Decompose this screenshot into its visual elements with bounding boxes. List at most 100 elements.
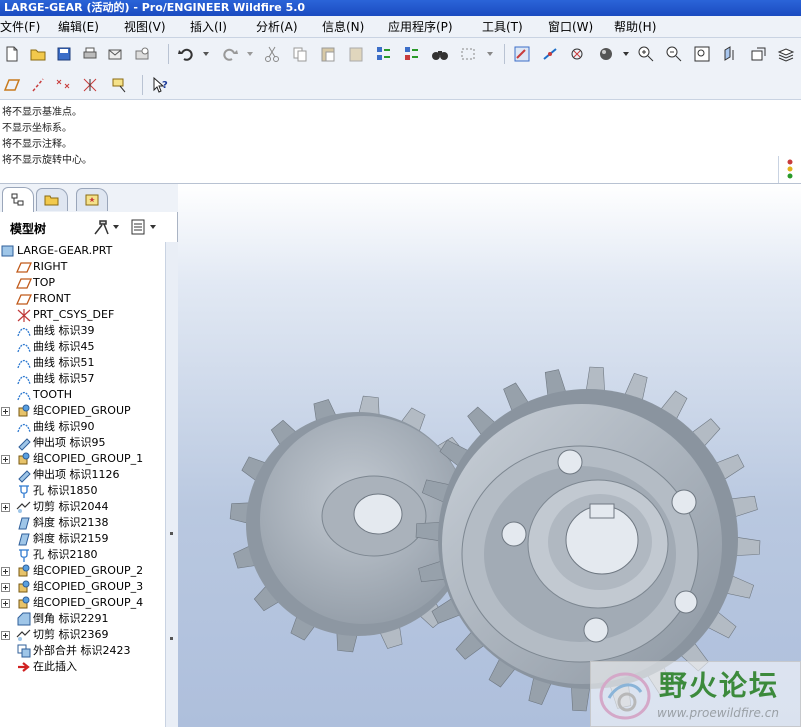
tree-item-label: 伸出项 标识1126	[33, 468, 120, 481]
expand-icon[interactable]	[1, 454, 10, 464]
tree-item-label: 组COPIED_GROUP_2	[33, 564, 144, 577]
reorient-icon[interactable]	[720, 44, 740, 64]
menu-analysis[interactable]: 分析(A)	[256, 18, 298, 36]
open-folder-icon[interactable]	[28, 44, 48, 64]
regenerate-icon[interactable]	[374, 44, 394, 64]
tree-item[interactable]: 切剪 标识2369	[0, 627, 165, 643]
refit-icon[interactable]	[692, 44, 712, 64]
tree-item[interactable]: 外部合并 标识2423	[0, 643, 165, 659]
large-gear	[415, 366, 761, 712]
annotation-display-icon[interactable]	[110, 75, 130, 95]
tree-item[interactable]: 孔 标识2180	[0, 547, 165, 563]
tree-item[interactable]: 倒角 标识2291	[0, 611, 165, 627]
tree-item-label: 在此插入	[33, 660, 77, 673]
plane-display-icon[interactable]	[2, 75, 22, 95]
tree-item[interactable]: 曲线 标识39	[0, 323, 165, 339]
tab-favorites[interactable]	[76, 188, 108, 211]
layers-icon[interactable]	[776, 44, 796, 64]
redo-icon[interactable]	[220, 44, 240, 64]
menu-file[interactable]: 文件(F)	[0, 18, 40, 36]
menu-view[interactable]: 视图(V)	[124, 18, 166, 36]
tree-item[interactable]: 孔 标识1850	[0, 483, 165, 499]
tree-item[interactable]: 组COPIED_GROUP_4	[0, 595, 165, 611]
tree-item[interactable]: 伸出项 标识95	[0, 435, 165, 451]
menu-insert[interactable]: 插入(I)	[190, 18, 227, 36]
tree-item[interactable]: FRONT	[0, 291, 165, 307]
tree-item-label: 组COPIED_GROUP_1	[33, 452, 144, 465]
expand-icon[interactable]	[1, 406, 10, 416]
send-mail-icon[interactable]	[106, 44, 126, 64]
expand-icon[interactable]	[1, 598, 10, 608]
datum-point-icon[interactable]	[568, 44, 588, 64]
redo-dropdown-icon[interactable]	[240, 44, 260, 64]
tree-item[interactable]: 切剪 标识2044	[0, 499, 165, 515]
tree-item[interactable]: 组COPIED_GROUP_2	[0, 563, 165, 579]
tree-item[interactable]: 在此插入	[0, 659, 165, 675]
tab-folder-browser[interactable]	[36, 188, 68, 211]
point-display-icon[interactable]	[54, 75, 74, 95]
menu-window[interactable]: 窗口(W)	[548, 18, 593, 36]
regen-manager-icon[interactable]	[402, 44, 422, 64]
tree-item[interactable]: 组COPIED_GROUP	[0, 403, 165, 419]
expand-icon[interactable]	[1, 582, 10, 592]
tree-item[interactable]: 伸出项 标识1126	[0, 467, 165, 483]
tree-item-label: 外部合并 标识2423	[33, 644, 131, 657]
expand-icon[interactable]	[1, 502, 10, 512]
menu-help[interactable]: 帮助(H)	[614, 18, 656, 36]
model-tree[interactable]: LARGE-GEAR.PRT RIGHT TOP FRONT PRT_CSYS_DEF 曲…	[0, 242, 165, 727]
tree-item[interactable]: 曲线 标识45	[0, 339, 165, 355]
save-icon[interactable]	[54, 44, 74, 64]
show-options-icon[interactable]	[130, 218, 160, 239]
cut-icon[interactable]	[262, 44, 282, 64]
menu-tools[interactable]: 工具(T)	[482, 18, 523, 36]
sketch-icon[interactable]	[512, 44, 532, 64]
zoom-in-icon[interactable]	[636, 44, 656, 64]
tree-item[interactable]: 曲线 标识57	[0, 371, 165, 387]
settings-tools-icon[interactable]	[92, 218, 122, 239]
tree-item[interactable]: 组COPIED_GROUP_1	[0, 451, 165, 467]
csys-display-icon[interactable]	[80, 75, 100, 95]
tree-item[interactable]: TOOTH	[0, 387, 165, 403]
paste-special-icon[interactable]	[346, 44, 366, 64]
tree-item[interactable]: 曲线 标识51	[0, 355, 165, 371]
print-icon[interactable]	[80, 44, 100, 64]
undo-icon[interactable]	[176, 44, 196, 64]
tree-item[interactable]: 斜度 标识2138	[0, 515, 165, 531]
shading-dropdown-icon[interactable]	[616, 44, 636, 64]
new-file-icon[interactable]	[2, 44, 22, 64]
menu-applications[interactable]: 应用程序(P)	[388, 18, 453, 36]
saved-views-icon[interactable]	[748, 44, 768, 64]
tree-item[interactable]: 斜度 标识2159	[0, 531, 165, 547]
select-box-icon[interactable]	[458, 44, 478, 64]
select-dropdown-icon[interactable]	[480, 44, 500, 64]
shading-sphere-icon[interactable]	[596, 44, 616, 64]
tree-item[interactable]: TOP	[0, 275, 165, 291]
tree-item[interactable]: 组COPIED_GROUP_3	[0, 579, 165, 595]
menu-info[interactable]: 信息(N)	[322, 18, 364, 36]
expand-icon[interactable]	[1, 630, 10, 640]
tree-item[interactable]: RIGHT	[0, 259, 165, 275]
tree-item[interactable]: 曲线 标识90	[0, 419, 165, 435]
mail-attach-icon[interactable]	[132, 44, 152, 64]
paste-icon[interactable]	[318, 44, 338, 64]
message-status-icon[interactable]	[778, 156, 801, 183]
copy-icon[interactable]	[290, 44, 310, 64]
graphics-window[interactable]	[178, 184, 801, 727]
find-binoculars-icon[interactable]	[430, 44, 450, 64]
menu-edit[interactable]: 编辑(E)	[58, 18, 99, 36]
tree-root[interactable]: LARGE-GEAR.PRT	[0, 243, 165, 259]
tab-model-tree[interactable]	[2, 187, 34, 212]
model-tree-tab-icon	[11, 193, 24, 206]
extrude-icon	[16, 435, 32, 451]
datum-plane-icon	[15, 291, 33, 307]
expand-icon[interactable]	[1, 566, 10, 576]
undo-dropdown-icon[interactable]	[196, 44, 216, 64]
zoom-out-icon[interactable]	[664, 44, 684, 64]
tree-item-label: 组COPIED_GROUP	[33, 404, 131, 417]
context-help-icon[interactable]: ?	[150, 75, 170, 95]
axis-display-icon[interactable]	[28, 75, 48, 95]
tree-item-label: 曲线 标识57	[33, 372, 95, 385]
panel-splitter[interactable]	[165, 242, 178, 727]
tree-item[interactable]: PRT_CSYS_DEF	[0, 307, 165, 323]
datum-axis-icon[interactable]	[540, 44, 560, 64]
